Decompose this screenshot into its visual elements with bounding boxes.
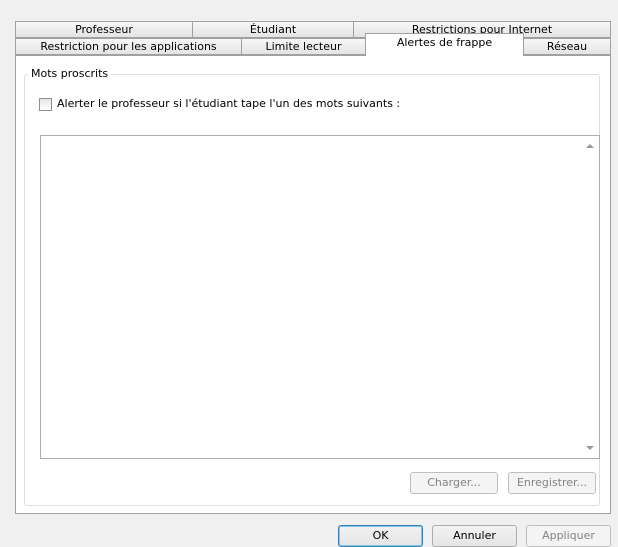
tab-professeur[interactable]: Professeur xyxy=(15,21,193,38)
tab-label: Réseau xyxy=(546,40,588,53)
apply-button[interactable]: Appliquer xyxy=(526,525,611,547)
ok-button-label: OK xyxy=(372,529,389,542)
save-to-file-button[interactable]: Enregistrer... xyxy=(508,472,596,494)
scroll-down-icon[interactable] xyxy=(586,446,594,450)
tab-label: Professeur xyxy=(75,23,133,36)
forbidden-words-textarea[interactable] xyxy=(40,135,600,459)
cancel-button[interactable]: Annuler xyxy=(432,525,517,547)
alert-teacher-checkbox[interactable] xyxy=(39,98,52,111)
tab-limite-lecteur[interactable]: Limite lecteur xyxy=(241,38,366,55)
load-button-label: Charger... xyxy=(427,476,481,489)
scroll-up-icon[interactable] xyxy=(586,144,594,148)
alert-teacher-checkbox-label[interactable]: Alerter le professeur si l'étudiant tape… xyxy=(57,97,400,110)
apply-button-label: Appliquer xyxy=(542,529,595,542)
tab-label: Étudiant xyxy=(249,23,297,36)
tab-label: Restriction pour les applications xyxy=(40,40,217,53)
cancel-button-label: Annuler xyxy=(453,529,496,542)
load-button[interactable]: Charger... xyxy=(410,472,498,494)
tab-label: Alertes de frappe xyxy=(396,36,493,49)
tab-restriction-applications[interactable]: Restriction pour les applications xyxy=(15,38,242,55)
tab-reseau[interactable]: Réseau xyxy=(523,38,611,55)
tab-panel-alertes: Mots proscrits Alerter le professeur si … xyxy=(15,55,611,514)
tab-alertes-de-frappe[interactable]: Alertes de frappe xyxy=(365,33,524,56)
save-button-label: Enregistrer... xyxy=(516,476,588,489)
tab-label: Limite lecteur xyxy=(265,40,342,53)
tab-etudiant[interactable]: Étudiant xyxy=(192,21,354,38)
group-title: Mots proscrits xyxy=(28,67,112,80)
ok-button[interactable]: OK xyxy=(338,525,423,547)
vertical-scrollbar[interactable] xyxy=(582,136,599,458)
